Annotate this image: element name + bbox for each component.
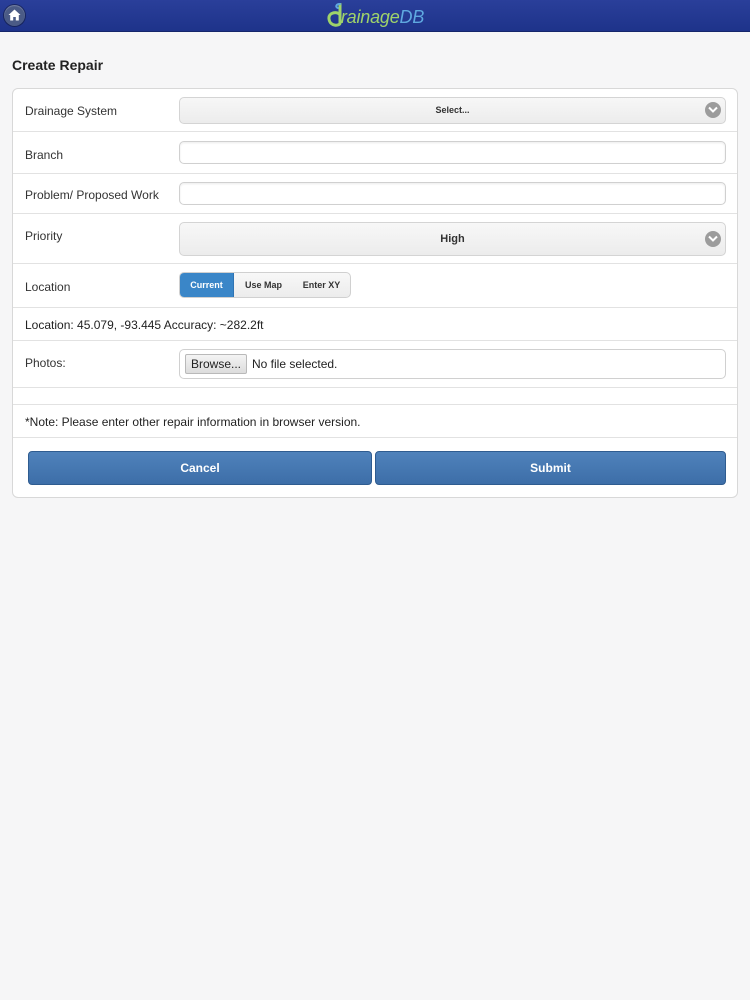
priority-selected: High: [440, 233, 465, 245]
cancel-button[interactable]: Cancel: [28, 451, 372, 485]
create-repair-form: Drainage System Select... Branch Problem…: [12, 88, 738, 498]
home-button[interactable]: [4, 5, 25, 26]
location-row: Location Current Use Map Enter XY: [13, 264, 737, 308]
photos-row: Photos: Browse... No file selected.: [13, 341, 737, 388]
priority-select[interactable]: High: [179, 222, 726, 256]
note-row: *Note: Please enter other repair informa…: [13, 405, 737, 438]
page-title: Create Repair: [12, 57, 104, 73]
chevron-down-icon: [705, 231, 721, 247]
branch-input[interactable]: [179, 141, 726, 164]
home-icon: [8, 9, 21, 21]
drainagedb-logo: rainageDB: [0, 0, 750, 31]
branch-row: Branch: [13, 132, 737, 174]
drainage-system-selected: Select...: [435, 105, 470, 115]
priority-row: Priority High: [13, 214, 737, 264]
problem-row: Problem/ Proposed Work: [13, 174, 737, 214]
problem-label: Problem/ Proposed Work: [25, 188, 159, 202]
file-status-text: No file selected.: [252, 357, 338, 371]
top-bar: rainageDB: [0, 0, 750, 32]
logo-word-drainage: rainage: [340, 7, 400, 27]
drainage-system-row: Drainage System Select...: [13, 89, 737, 132]
spacer-row: [13, 388, 737, 405]
location-mode-enter-xy[interactable]: Enter XY: [293, 273, 350, 297]
drainage-system-select[interactable]: Select...: [179, 97, 726, 124]
drainage-system-label: Drainage System: [25, 104, 118, 118]
photo-file-input: Browse... No file selected.: [179, 349, 726, 379]
note-text: *Note: Please enter other repair informa…: [25, 415, 361, 429]
location-mode-selector: Current Use Map Enter XY: [179, 272, 351, 298]
location-label: Location: [25, 280, 71, 294]
chevron-down-icon: [705, 102, 721, 118]
logo-d-mark: [327, 2, 342, 27]
problem-input[interactable]: [179, 182, 726, 205]
location-mode-current[interactable]: Current: [180, 273, 234, 297]
location-readout: Location: 45.079, -93.445 Accuracy: ~282…: [25, 318, 264, 332]
location-mode-use-map[interactable]: Use Map: [234, 273, 293, 297]
photos-label: Photos:: [25, 356, 66, 370]
priority-label: Priority: [25, 229, 63, 243]
submit-button[interactable]: Submit: [375, 451, 726, 485]
branch-label: Branch: [25, 148, 64, 162]
logo-word-db: DB: [399, 7, 425, 27]
browse-button[interactable]: Browse...: [185, 354, 247, 374]
logo-wordmark: rainageDB: [341, 2, 424, 33]
location-readout-row: Location: 45.079, -93.445 Accuracy: ~282…: [13, 308, 737, 341]
